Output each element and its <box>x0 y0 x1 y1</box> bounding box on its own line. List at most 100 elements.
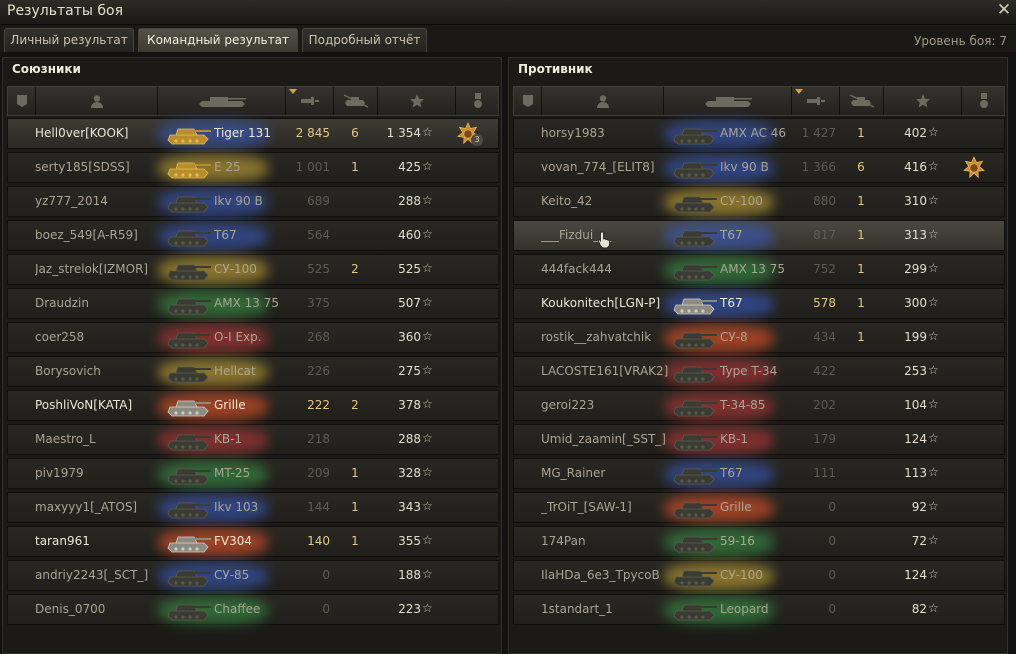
player-row[interactable]: Denis_0700 Chaffee 0 223 ☆ <box>7 594 499 625</box>
tab-team-result[interactable]: Командный результат <box>138 28 298 52</box>
player-row[interactable]: andriy2243[_SCT_] СУ-85 0 188 ☆ <box>7 560 499 591</box>
player-name[interactable]: 174Pan <box>541 534 681 548</box>
medal-icon[interactable] <box>962 156 986 180</box>
tank-icon <box>166 155 212 181</box>
experience-value: 460 <box>398 228 421 242</box>
tank-icon <box>672 291 718 317</box>
player-row[interactable]: MG_Rainer T67 111 113 ☆ <box>513 458 1005 489</box>
player-name[interactable]: IlaHDa_6e3_TpycoB <box>541 568 681 582</box>
player-name[interactable]: yz777_2014 <box>35 194 175 208</box>
experience-star-icon[interactable] <box>884 87 962 115</box>
player-row[interactable]: Umid_zaamin[_SST_] KB-1 179 124 ☆ <box>513 424 1005 455</box>
player-row[interactable]: Draudzin AMX 13 75 375 507 ☆ <box>7 288 499 319</box>
player-name[interactable]: Borysovich <box>35 364 175 378</box>
player-row[interactable]: 1standart_1 Leopard 0 82 ☆ <box>513 594 1005 625</box>
player-name[interactable]: PoshliVoN[KATA] <box>35 398 175 412</box>
damage-value: 226 <box>307 364 330 378</box>
player-row[interactable]: horsy1983 AMX AC 46 1 427 1 402 ☆ <box>513 118 1005 149</box>
player-name[interactable]: _TrOiT_[SAW-1] <box>541 500 681 514</box>
player-name[interactable]: geroi223 <box>541 398 681 412</box>
player-row[interactable]: 444fack444 AMX 13 75 752 1 299 ☆ <box>513 254 1005 285</box>
medal-icon[interactable] <box>456 87 500 115</box>
damage-value: 0 <box>828 534 836 548</box>
tab-detailed-report[interactable]: Подробный отчёт <box>302 28 427 52</box>
kills-value: 6 <box>351 126 359 140</box>
experience-star-icon[interactable] <box>378 87 456 115</box>
squad-icon[interactable] <box>514 87 542 115</box>
experience-value: 199 <box>904 330 927 344</box>
player-name[interactable]: Koukonitech[LGN-P] <box>541 296 681 310</box>
player-row[interactable]: PoshliVoN[KATA] Grille 222 2 378 ☆ <box>7 390 499 421</box>
player-row[interactable]: serty185[SDSS] E 25 1 001 1 425 ☆ <box>7 152 499 183</box>
player-name[interactable]: coer258 <box>35 330 175 344</box>
player-name[interactable]: 1standart_1 <box>541 602 681 616</box>
squad-icon[interactable] <box>8 87 36 115</box>
kills-icon[interactable] <box>840 87 884 115</box>
player-name[interactable]: serty185[SDSS] <box>35 160 175 174</box>
player-row[interactable]: ___Fizdui___ T67 817 1 313 ☆ <box>513 220 1005 251</box>
player-row[interactable]: piv1979 MT-25 209 1 328 ☆ <box>7 458 499 489</box>
kills-value: 1 <box>351 160 359 174</box>
player-name[interactable]: MG_Rainer <box>541 466 681 480</box>
player-name[interactable]: Draudzin <box>35 296 175 310</box>
player-row[interactable]: boez_549[A-R59] T67 564 460 ☆ <box>7 220 499 251</box>
player-name[interactable]: maxyyy1[_ATOS] <box>35 500 175 514</box>
player-row[interactable]: coer258 O-I Exp. 268 360 ☆ <box>7 322 499 353</box>
player-name[interactable]: andriy2243[_SCT_] <box>35 568 175 582</box>
player-row[interactable]: vovan_774_[ELIT8] Ikv 90 B1 366 6 416 ☆ <box>513 152 1005 183</box>
player-row[interactable]: _TrOiT_[SAW-1] Grille 0 92 ☆ <box>513 492 1005 523</box>
player-row[interactable]: maxyyy1[_ATOS] Ikv 103 144 1 343 ☆ <box>7 492 499 523</box>
damage-value: 268 <box>307 330 330 344</box>
star-icon: ☆ <box>928 125 939 139</box>
tab-personal-result[interactable]: Личный результат <box>4 28 134 52</box>
close-icon[interactable]: ✕ <box>995 1 1013 19</box>
player-name[interactable]: Hell0ver[KOOK] <box>35 126 175 140</box>
player-row[interactable]: Hell0ver[KOOK] Tiger 131 2 845 6 1 354 ☆ 3 <box>7 118 499 149</box>
player-name[interactable]: Denis_0700 <box>35 602 175 616</box>
damage-value: 434 <box>813 330 836 344</box>
star-icon: ☆ <box>928 159 939 173</box>
player-row[interactable]: LACOSTE161[VRAK2] Type T-34 422 253 ☆ <box>513 356 1005 387</box>
damage-icon[interactable] <box>286 87 334 115</box>
player-row[interactable]: rostik__zahvatchik СУ-8 434 1 199 ☆ <box>513 322 1005 353</box>
battle-level: Уровень боя: 7 <box>914 34 1007 48</box>
medal-icon[interactable] <box>962 87 1006 115</box>
player-name[interactable]: Maestro_L <box>35 432 175 446</box>
player-row[interactable]: Koukonitech[LGN-P] T67 578 1 300 ☆ <box>513 288 1005 319</box>
player-name[interactable]: taran961 <box>35 534 175 548</box>
damage-value: 2 845 <box>295 126 330 140</box>
player-row[interactable]: 174Pan 59-16 0 72 ☆ <box>513 526 1005 557</box>
star-icon: ☆ <box>928 567 939 581</box>
player-row[interactable]: Jaz_strelok[IZMOR] СУ-100 525 2 525 ☆ <box>7 254 499 285</box>
player-name[interactable]: LACOSTE161[VRAK2] <box>541 364 681 378</box>
player-row[interactable]: yz777_2014 Ikv 90 B 689 288 ☆ <box>7 186 499 217</box>
player-name[interactable]: piv1979 <box>35 466 175 480</box>
star-icon: ☆ <box>422 567 433 581</box>
player-name[interactable]: Umid_zaamin[_SST_] <box>541 432 681 446</box>
player-icon[interactable] <box>542 87 664 115</box>
player-row[interactable]: Keito_42 СУ-100 880 1 310 ☆ <box>513 186 1005 217</box>
player-name[interactable]: boez_549[A-R59] <box>35 228 175 242</box>
tab-bar: Личный результат Командный результат Под… <box>0 25 1016 52</box>
player-name[interactable]: Keito_42 <box>541 194 681 208</box>
tank-icon[interactable] <box>158 87 286 115</box>
player-name[interactable]: horsy1983 <box>541 126 681 140</box>
kills-value: 1 <box>857 126 865 140</box>
player-icon[interactable] <box>36 87 158 115</box>
star-icon: ☆ <box>928 601 939 615</box>
damage-icon[interactable] <box>792 87 840 115</box>
player-name[interactable]: 444fack444 <box>541 262 681 276</box>
star-icon: ☆ <box>422 295 433 309</box>
player-row[interactable]: IlaHDa_6e3_TpycoB СУ-100 0 124 ☆ <box>513 560 1005 591</box>
experience-value: 328 <box>398 466 421 480</box>
player-name[interactable]: rostik__zahvatchik <box>541 330 681 344</box>
player-name[interactable]: Jaz_strelok[IZMOR] <box>35 262 175 276</box>
tank-icon[interactable] <box>664 87 792 115</box>
player-row[interactable]: Maestro_L KB-1 218 288 ☆ <box>7 424 499 455</box>
player-name[interactable]: vovan_774_[ELIT8] <box>541 160 681 174</box>
player-row[interactable]: taran961 FV304 140 1 355 ☆ <box>7 526 499 557</box>
damage-value: 0 <box>828 500 836 514</box>
player-row[interactable]: geroi223 T-34-85 202 104 ☆ <box>513 390 1005 421</box>
kills-icon[interactable] <box>334 87 378 115</box>
player-row[interactable]: Borysovich Hellcat 226 275 ☆ <box>7 356 499 387</box>
